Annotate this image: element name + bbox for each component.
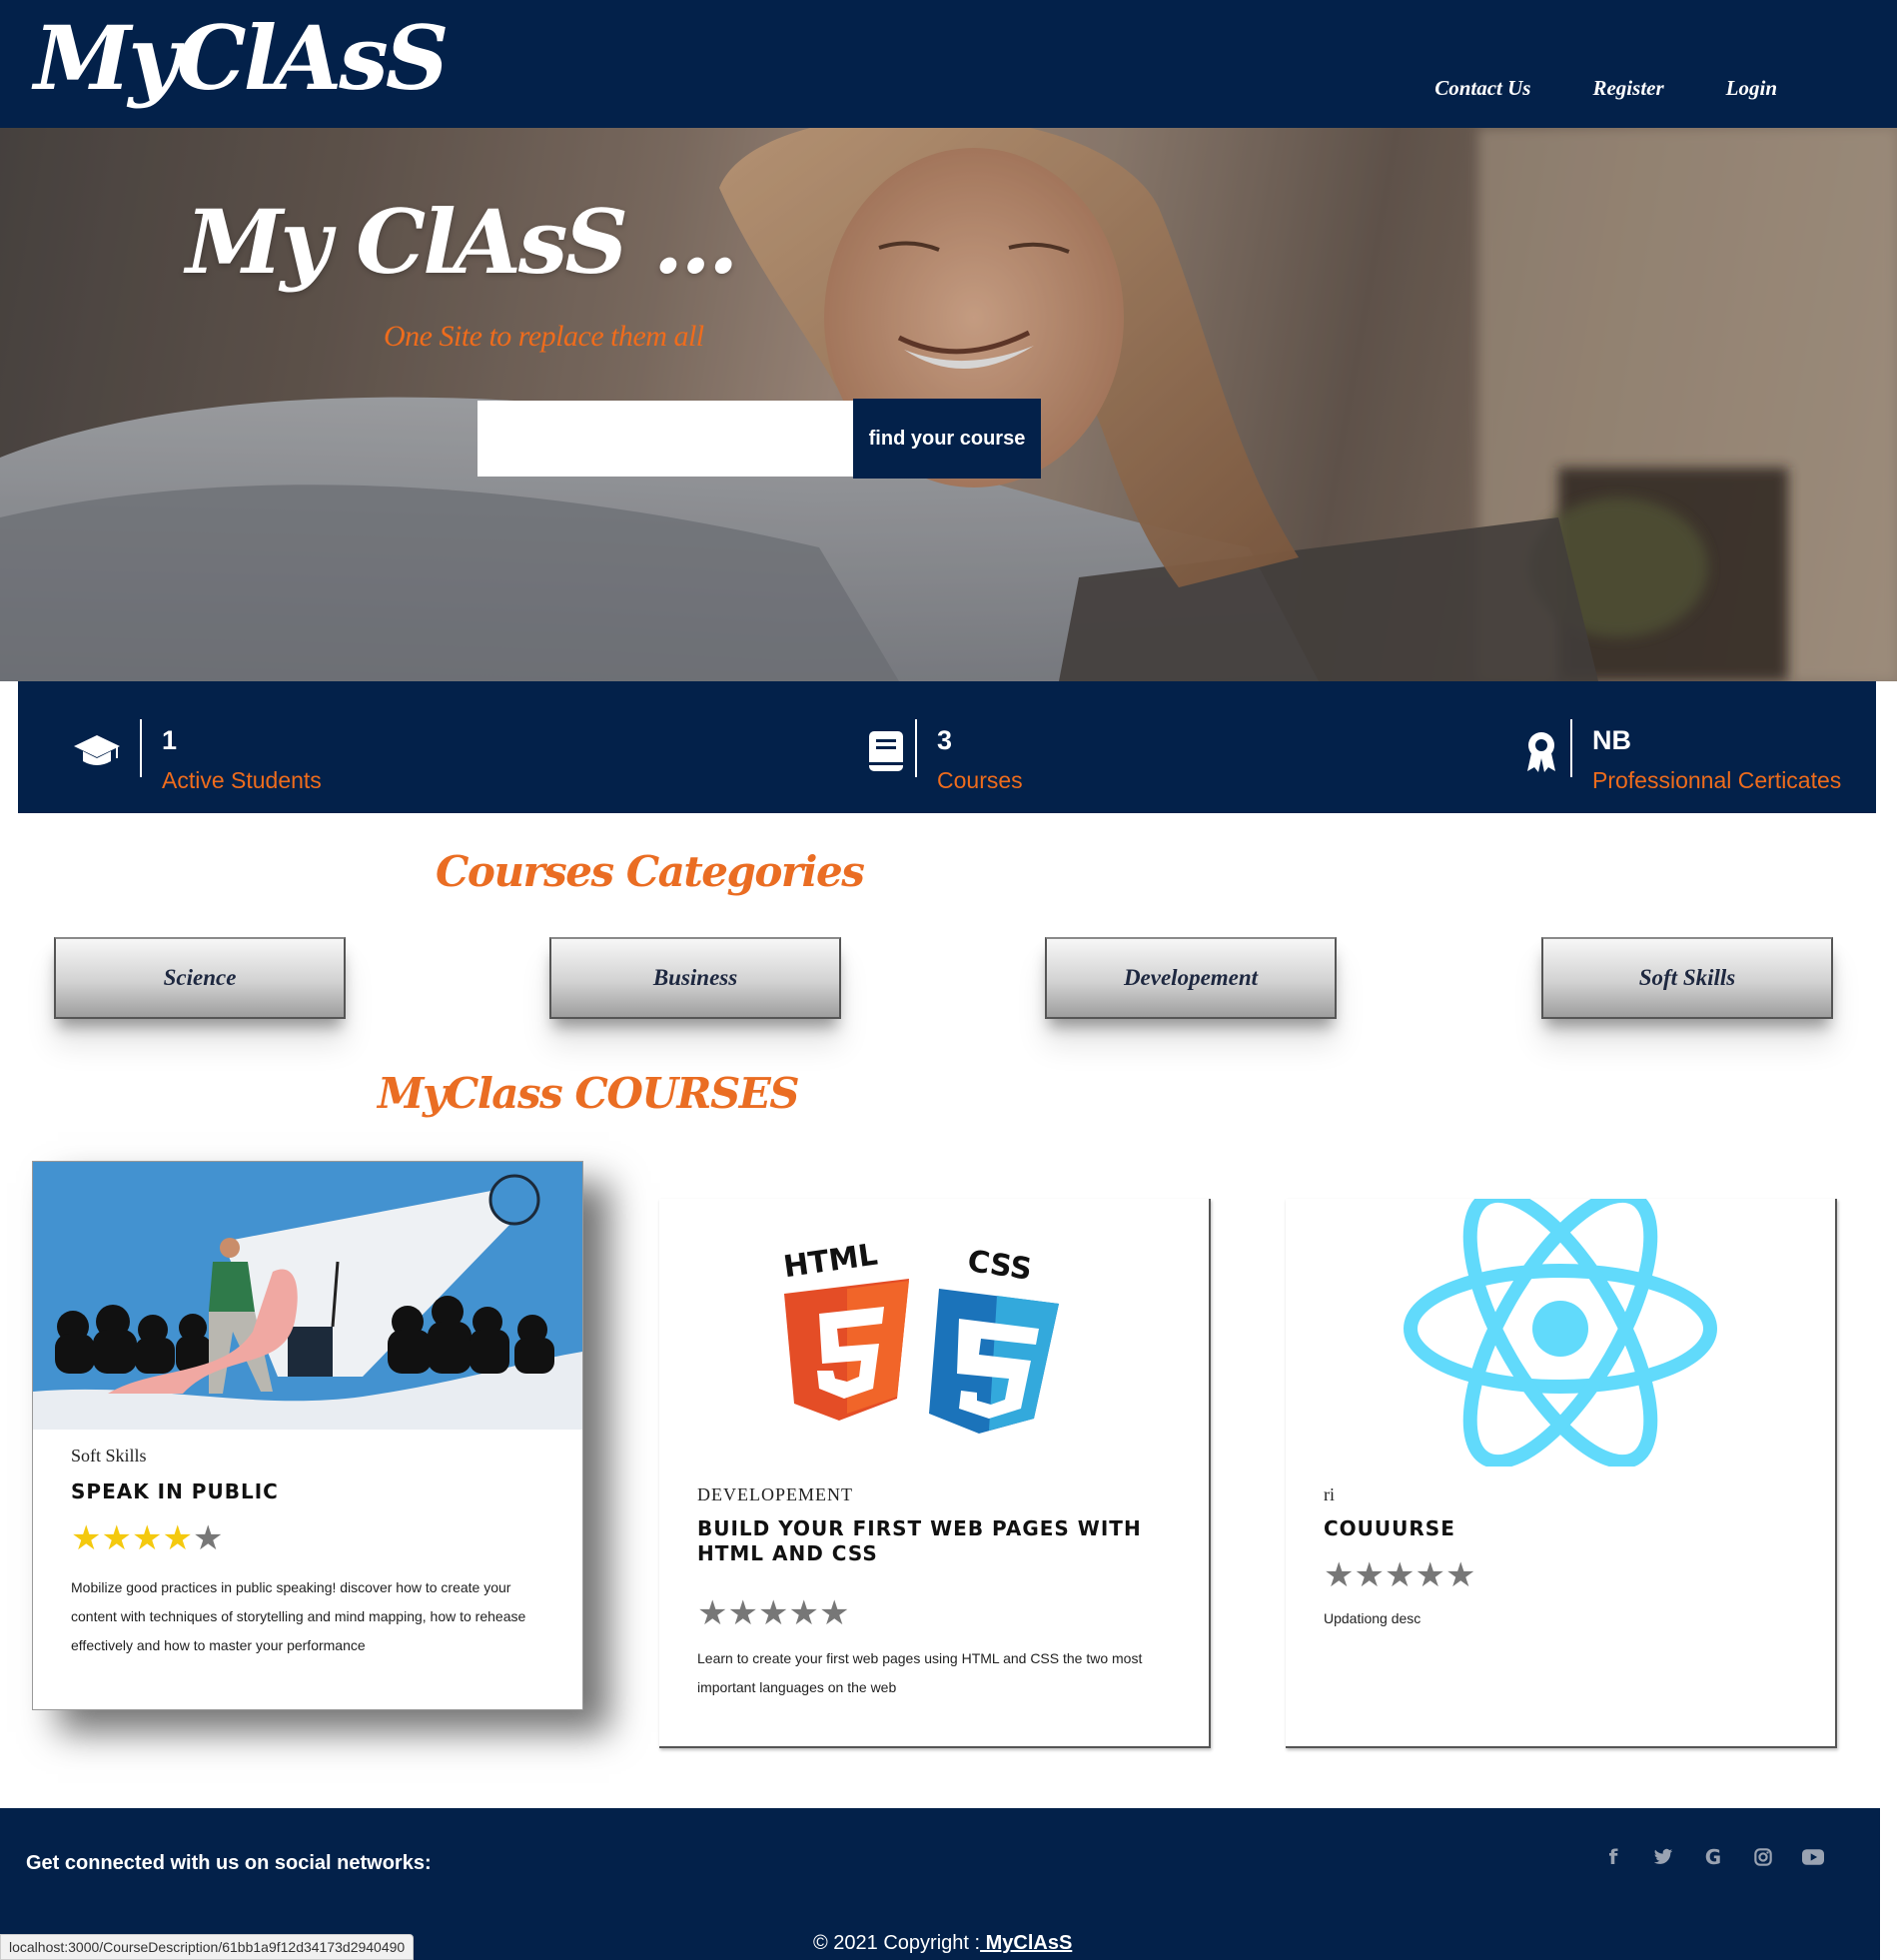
stats-bar: 1 Active Students 3 Courses NB Professio… [18,681,1876,813]
category-developement-button[interactable]: Developement [1045,937,1337,1019]
stat-value: 1 [162,725,178,755]
course-description: Updationg desc [1324,1610,1422,1626]
top-navbar: MyClAsS Contact Us Register Login [0,0,1897,128]
nav-register[interactable]: Register [1592,76,1663,101]
social-text: Get connected with us on social networks… [26,1852,432,1874]
star-icon: ★ [757,1594,789,1632]
award-icon [1527,732,1555,772]
star-icon: ★ [162,1519,193,1557]
stat-label: Courses [937,767,1023,793]
graduation-cap-icon [74,735,120,765]
categories-heading: Courses Categories [436,847,865,896]
course-card[interactable]: Soft Skills SPEAK IN PUBLIC ★ ★ ★ ★ ★ Mobili… [32,1161,583,1710]
category-soft-skills-button[interactable]: Soft Skills [1541,937,1833,1019]
stat-value: NB [1592,725,1631,755]
star-icon: ★ [1324,1556,1355,1594]
react-logo [1404,1199,1717,1467]
course-description: Mobilize good practices in public speaki… [71,1579,526,1653]
youtube-icon[interactable] [1800,1844,1826,1870]
main-nav: Contact Us Register Login [1434,76,1777,101]
star-icon: ★ [1384,1556,1416,1594]
star-icon: ★ [1354,1556,1385,1594]
rating-stars: ★ ★ ★ ★ ★ [1324,1558,1475,1592]
star-icon: ★ [697,1594,728,1632]
rating-stars: ★ ★ ★ ★ ★ [71,1521,223,1555]
star-icon: ★ [131,1519,163,1557]
social-links: f G [1600,1844,1826,1870]
twitter-icon[interactable] [1650,1844,1676,1870]
find-course-button[interactable]: find your course [853,399,1041,479]
copyright-link[interactable]: MyClAsS [980,1932,1073,1954]
star-icon: ★ [1444,1556,1476,1594]
star-icon: ★ [788,1594,819,1632]
hero-title: My ClAsS ... [186,190,739,294]
star-icon: ★ [71,1519,102,1557]
course-card[interactable]: ri COUUURSE ★ ★ ★ ★ ★ Updationg desc [1286,1199,1837,1748]
category-business-button[interactable]: Business [549,937,841,1019]
nav-login[interactable]: Login [1726,76,1777,101]
stat-label: Professionnal Certicates [1592,767,1842,793]
category-science-button[interactable]: Science [54,937,346,1019]
site-logo[interactable]: MyClAsS [34,14,449,102]
copyright-text: © 2021 Copyright : [813,1932,981,1954]
svg-text:CSS: CSS [965,1244,1034,1288]
book-icon [869,731,903,771]
course-category: ri [1324,1484,1335,1504]
star-icon: ★ [101,1519,132,1557]
copyright: © 2021 Copyright : MyClAsS [813,1932,1072,1955]
stat-value: 3 [937,725,953,755]
star-icon: ★ [192,1519,224,1557]
star-icon: ★ [727,1594,758,1632]
facebook-icon[interactable]: f [1600,1844,1626,1870]
course-card[interactable]: HTML CSS DEVELOPEMENT BUILD YOUR FIRST W… [659,1199,1211,1748]
course-category: Soft Skills [71,1446,147,1466]
html5-css3-logos: HTML CSS [781,1238,1059,1434]
course-title: COUUURSE [1324,1516,1455,1540]
rating-stars: ★ ★ ★ ★ ★ [697,1596,849,1630]
svg-text:HTML: HTML [781,1238,879,1286]
stat-label: Active Students [162,767,322,793]
course-category: DEVELOPEMENT [697,1484,853,1504]
star-icon: ★ [1415,1556,1445,1594]
nav-contact-us[interactable]: Contact Us [1434,76,1530,101]
hero-banner: My ClAsS ... One Site to replace them al… [0,128,1897,681]
course-description: Learn to create your first web pages usi… [697,1650,1143,1695]
course-title: SPEAK IN PUBLIC [71,1479,279,1503]
instagram-icon[interactable] [1750,1844,1776,1870]
course-search-input[interactable] [477,401,853,477]
public-speaking-illustration [33,1162,582,1430]
star-icon: ★ [818,1594,850,1632]
google-icon[interactable]: G [1700,1844,1726,1870]
browser-status-bar: localhost:3000/CourseDescription/61bb1a9… [0,1934,415,1960]
course-title: BUILD YOUR FIRST WEB PAGES WITH HTML AND… [697,1516,1142,1565]
courses-heading: MyClass COURSES [378,1069,800,1118]
hero-subtitle: One Site to replace them all [384,320,704,353]
